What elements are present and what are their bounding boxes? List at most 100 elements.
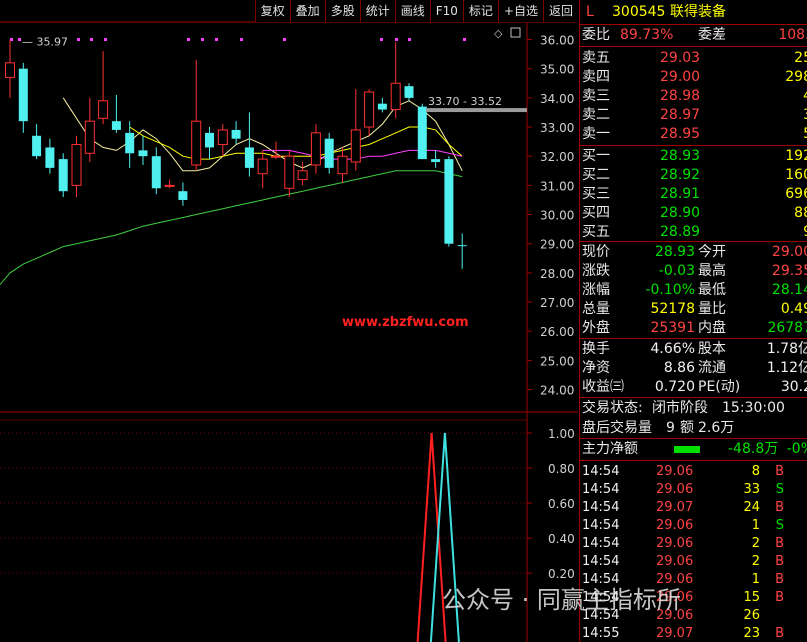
chart-area[interactable]: 36.00 35.00 34.00 33.00 32.00 31.00 30.00 29.00… (0, 0, 578, 642)
toolbar-button-6[interactable]: 标记 (462, 0, 498, 22)
candle-body (138, 150, 148, 157)
ask-price: 28.95 (660, 126, 701, 142)
signal-dot (463, 38, 466, 41)
candle-body (390, 82, 401, 111)
signal-dot (90, 38, 93, 41)
trade-side: S (775, 482, 784, 497)
ask-label: 卖一 (582, 126, 610, 142)
trade-side: B (775, 626, 784, 641)
trade-side: B (775, 500, 784, 515)
toolbar-button-3[interactable]: 统计 (359, 0, 395, 22)
kline-chart[interactable]: 36.00 35.00 34.00 33.00 32.00 31.00 30.00 29.00… (0, 0, 578, 642)
stat-label-2: 最低 (698, 282, 726, 298)
candle-body (444, 159, 454, 244)
stats-divider (580, 338, 807, 339)
bid-volume: 696 (785, 186, 807, 202)
candle-body (71, 144, 82, 186)
toolbar-button-5[interactable]: F10 (429, 0, 463, 22)
trade-time: 14:54 (582, 464, 620, 479)
book-divider (580, 145, 807, 146)
fund-label-2: 流通 (698, 360, 726, 376)
after-label: 盘后交易量 (582, 420, 652, 436)
weibi-value: 89.73% (620, 27, 674, 43)
candle-body (457, 245, 467, 247)
candle-body (231, 129, 241, 139)
y-tick-label: 32.00 (540, 150, 574, 164)
ask-price: 28.98 (660, 88, 701, 104)
sub-tick-label: 0.40 (548, 532, 575, 546)
candle-body (205, 132, 214, 148)
weibi-label: 委比 (582, 27, 610, 43)
fund-row: 换手 4.66%股本 1.78亿 (580, 340, 807, 359)
fund-value-2: 1.12亿 (766, 360, 807, 376)
y-tick-label: 35.00 (540, 63, 574, 77)
candle-body (151, 156, 161, 189)
toolbar-button-8[interactable]: 返回 (542, 0, 578, 22)
toolbar-button-1[interactable]: 叠加 (289, 0, 325, 22)
main-flow-bar (674, 446, 700, 453)
toolbar-button-4[interactable]: 画线 (394, 0, 430, 22)
range-band (426, 108, 527, 113)
flow-divider (580, 460, 807, 461)
bids-divider (580, 241, 807, 242)
trade-time: 14:55 (582, 626, 620, 641)
trade-row: 14:55 29.07 23 B (580, 625, 807, 642)
after-amount: 2.6万 (698, 420, 735, 436)
stat-value: -0.10% (645, 282, 695, 298)
stock-mark: L (586, 4, 594, 20)
sub-tick-label: 0.80 (548, 462, 575, 476)
y-tick-label: 34.00 (540, 92, 574, 106)
fund-value-2: 1.78亿 (766, 341, 807, 357)
trade-volume: 1 (751, 518, 760, 533)
candle-body (404, 86, 414, 98)
candle-body (58, 159, 68, 192)
candle-body (297, 170, 308, 181)
fund-row: 净资 8.86流通 1.12亿 (580, 359, 807, 378)
header-divider (580, 24, 807, 25)
bid-label: 买一 (582, 148, 610, 164)
bid-label: 买三 (582, 186, 610, 202)
bid-price: 28.93 (660, 148, 701, 164)
fund-divider (580, 397, 807, 398)
ask-row: 卖一 28.95 5 (580, 125, 807, 144)
trade-time: 14:54 (582, 500, 620, 515)
trade-volume: 26 (743, 608, 760, 623)
fund-label: 收益㈢ (582, 379, 624, 395)
toolbar: 复权 叠加 多股 统计 画线 F10 标记 +自选 返回 (254, 0, 578, 22)
toolbar-button-0[interactable]: 复权 (254, 0, 290, 22)
stat-value-2: 0.49 (780, 301, 807, 317)
ask-price: 29.03 (660, 50, 701, 66)
diamond-icon: ◇ (494, 27, 503, 40)
signal-dot (187, 38, 190, 41)
status-value: 闭市阶段 (652, 400, 708, 416)
ask-volume: 4 (803, 87, 807, 106)
candle-body (244, 147, 254, 168)
bid-volume: 192 (785, 148, 807, 164)
candle-body (377, 103, 387, 110)
candle-body (45, 147, 55, 168)
bid-label: 买二 (582, 167, 610, 183)
toolbar-button-7[interactable]: +自选 (497, 0, 543, 22)
signal-dot (201, 38, 204, 41)
after-row: 盘后交易量 9 额 2.6万 (580, 419, 807, 438)
stock-header: L 300545 联得装备 (580, 3, 807, 22)
candle-body (217, 129, 228, 146)
candle-body (284, 155, 295, 189)
stat-label-2: 量比 (698, 301, 726, 317)
bid-price: 28.92 (660, 167, 701, 183)
candle-body (324, 138, 334, 168)
stat-label-2: 内盘 (698, 320, 726, 336)
trade-side: B (775, 590, 784, 605)
bid-row: 买四 28.90 88 (580, 204, 807, 223)
bid-volume: 88 (794, 205, 807, 221)
candle-body (271, 155, 281, 158)
signal-dot (104, 38, 107, 41)
fund-value: 8.86 (663, 360, 695, 376)
toolbar-button-2[interactable]: 多股 (324, 0, 360, 22)
stat-value-2: 29.00 (771, 244, 807, 260)
stat-row: 外盘 25391内盘 26787 (580, 319, 807, 338)
signal-dot (240, 38, 243, 41)
trade-side: B (775, 554, 784, 569)
candle-body (164, 184, 175, 187)
trade-row: 14:54 29.06 2 B (580, 553, 807, 571)
